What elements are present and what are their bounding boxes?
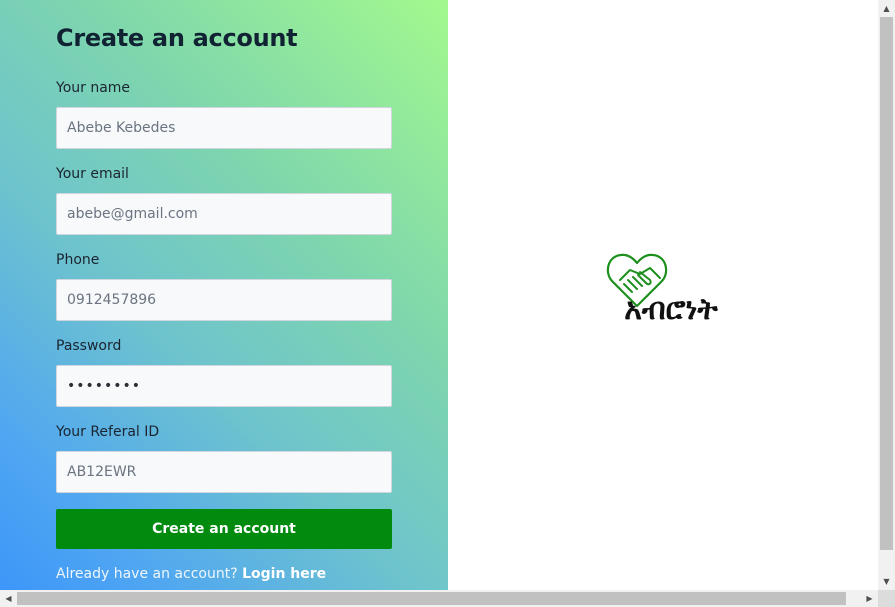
horizontal-scrollbar-thumb[interactable] (17, 592, 846, 605)
name-input[interactable] (56, 107, 392, 149)
brand-logo: አብሮነት (606, 250, 736, 330)
email-input[interactable] (56, 193, 392, 235)
scroll-up-icon[interactable]: ▲ (878, 0, 895, 17)
scroll-down-icon[interactable]: ▼ (878, 573, 895, 590)
email-label: Your email (56, 166, 129, 182)
horizontal-scrollbar[interactable]: ◀ ▶ (0, 590, 878, 607)
form-title: Create an account (56, 24, 298, 52)
login-prompt-text: Already have an account? (56, 566, 238, 582)
vertical-scrollbar[interactable]: ▲ ▼ (878, 0, 895, 590)
page-viewport: Create an account Your name Your email P… (0, 0, 878, 590)
referral-id-label: Your Referal ID (56, 424, 160, 440)
password-input[interactable] (56, 365, 392, 407)
phone-label: Phone (56, 252, 100, 268)
referral-id-input[interactable] (56, 451, 392, 493)
login-link[interactable]: Login here (242, 566, 326, 582)
scroll-right-icon[interactable]: ▶ (861, 590, 878, 607)
name-label: Your name (56, 80, 131, 96)
scroll-left-icon[interactable]: ◀ (0, 590, 17, 607)
password-label: Password (56, 338, 122, 354)
create-account-button[interactable]: Create an account (56, 509, 392, 549)
brand-logo-text: አብሮነት (624, 292, 718, 327)
scrollbar-corner (878, 590, 895, 607)
signup-panel: Create an account Your name Your email P… (0, 0, 448, 590)
login-prompt: Already have an account? Login here (56, 566, 326, 582)
vertical-scrollbar-thumb[interactable] (880, 17, 893, 550)
phone-input[interactable] (56, 279, 392, 321)
